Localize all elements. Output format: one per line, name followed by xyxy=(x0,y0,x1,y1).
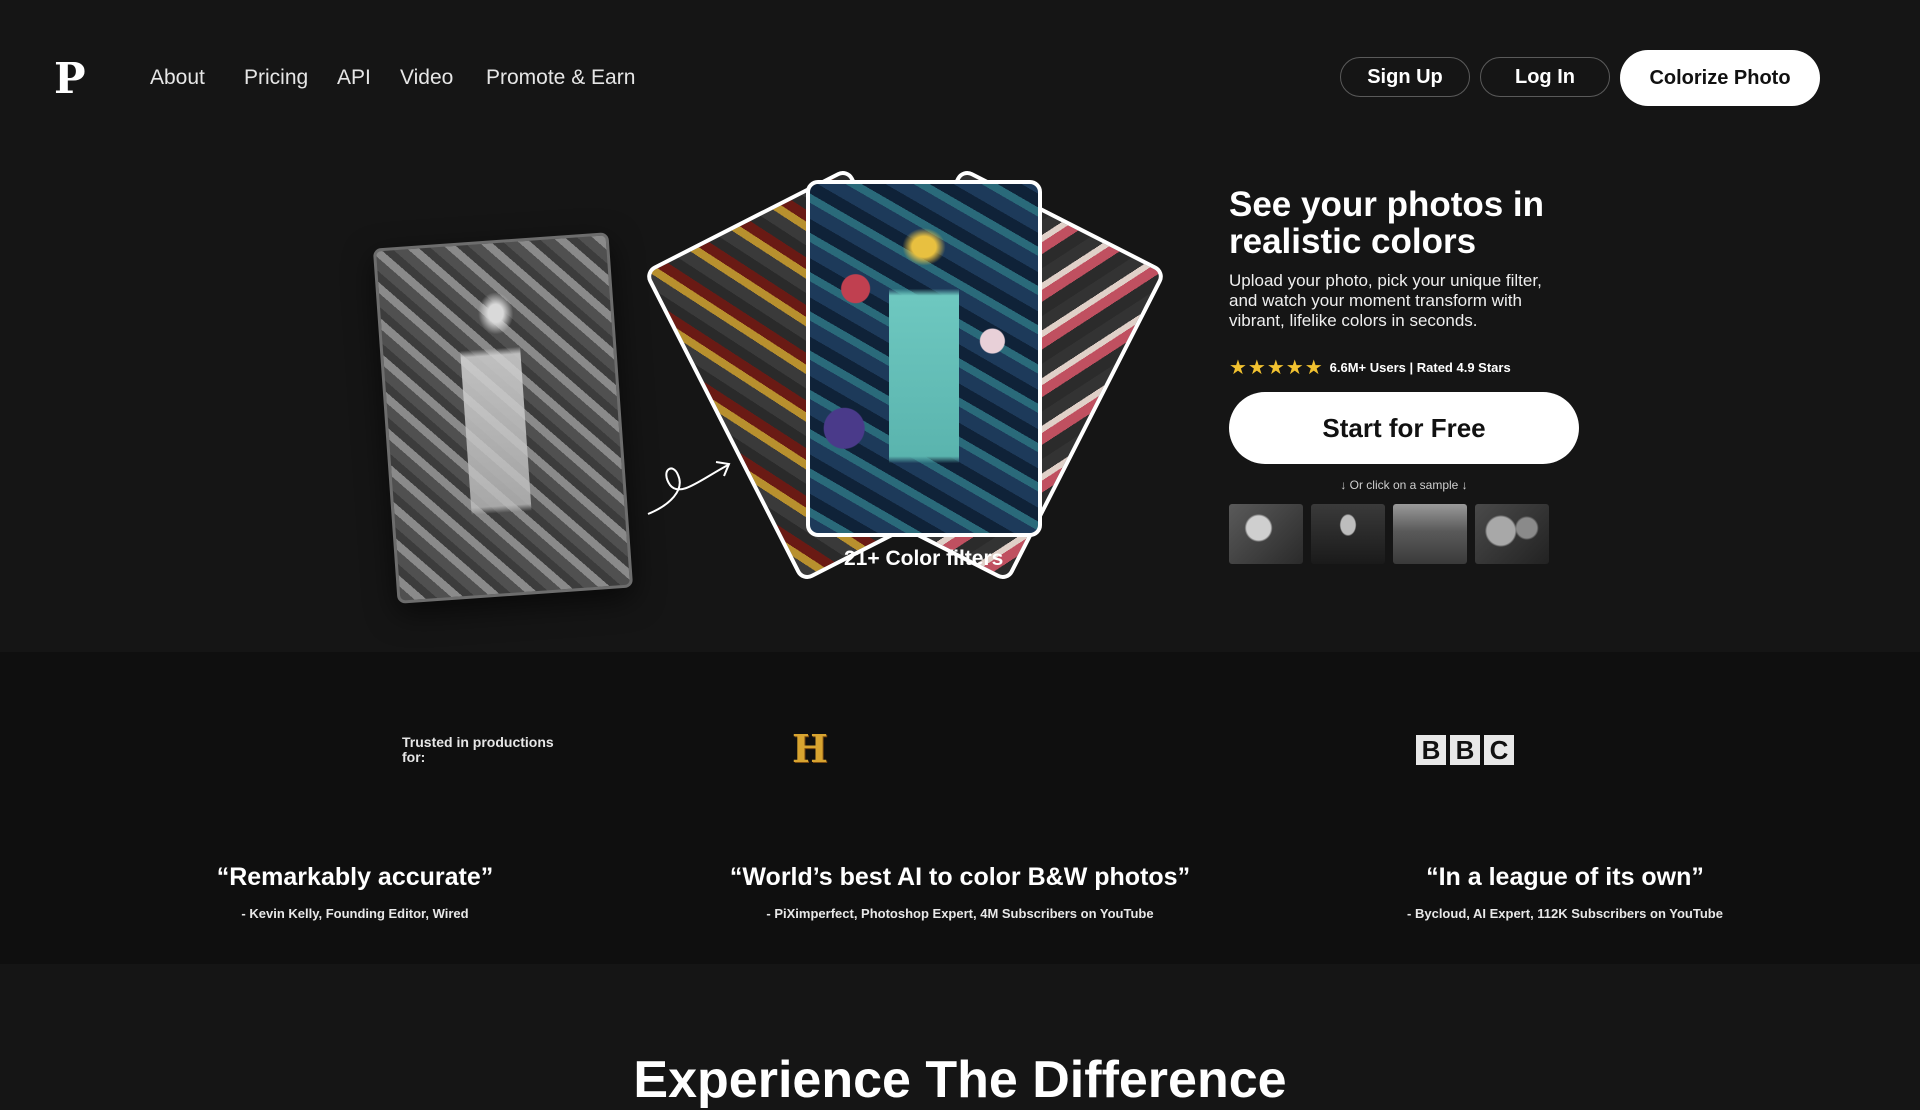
color-filter-card-center xyxy=(806,180,1042,537)
sample-hint: ↓ Or click on a sample ↓ xyxy=(1340,478,1468,492)
logo[interactable]: P xyxy=(54,58,86,100)
hero-subtitle: Upload your photo, pick your unique filt… xyxy=(1229,271,1542,330)
rating: ★★★★★ 6.6M+ Users | Rated 4.9 Stars xyxy=(1229,355,1511,380)
start-for-free-button[interactable]: Start for Free xyxy=(1229,392,1579,464)
sample-thumbnail[interactable] xyxy=(1475,504,1549,564)
filters-label: 21+ Color filters xyxy=(844,547,1004,570)
bw-original-photo xyxy=(372,232,634,604)
sample-thumbnail[interactable] xyxy=(1229,504,1303,564)
nav-api[interactable]: API xyxy=(337,66,371,90)
rating-text: 6.6M+ Users | Rated 4.9 Stars xyxy=(1329,360,1511,375)
sample-thumbnail[interactable] xyxy=(1393,504,1467,564)
quote-author: - PiXimperfect, Photoshop Expert, 4M Sub… xyxy=(766,906,1154,921)
sample-thumbnails xyxy=(1229,504,1549,564)
quote-author: - Bycloud, AI Expert, 112K Subscribers o… xyxy=(1407,906,1723,921)
log-in-button[interactable]: Log In xyxy=(1480,57,1610,97)
hero-title: See your photos in realistic colors xyxy=(1229,185,1545,261)
sample-thumbnail[interactable] xyxy=(1311,504,1385,564)
quote-text: “World’s best AI to color B&W photos” xyxy=(729,863,1191,891)
nav-promote-earn[interactable]: Promote & Earn xyxy=(486,66,635,90)
trusted-label: Trusted in productions for: xyxy=(402,734,554,765)
nav-about[interactable]: About xyxy=(150,66,205,90)
bbc-letter: C xyxy=(1484,735,1514,765)
history-channel-logo: H xyxy=(792,726,828,771)
nav-pricing[interactable]: Pricing xyxy=(244,66,308,90)
quote-text: “In a league of its own” xyxy=(1426,863,1704,891)
quote-author: - Kevin Kelly, Founding Editor, Wired xyxy=(241,906,469,921)
section-title: Experience The Difference xyxy=(633,1051,1287,1109)
sign-up-button[interactable]: Sign Up xyxy=(1340,57,1470,97)
nav-video[interactable]: Video xyxy=(400,66,453,90)
star-icons: ★★★★★ xyxy=(1229,357,1324,379)
bbc-letter: B xyxy=(1450,735,1480,765)
quote-text: “Remarkably accurate” xyxy=(216,863,494,891)
bbc-logo: B B C xyxy=(1416,735,1514,765)
arrow-icon xyxy=(647,461,731,515)
colorize-photo-button[interactable]: Colorize Photo xyxy=(1620,50,1820,106)
bbc-letter: B xyxy=(1416,735,1446,765)
